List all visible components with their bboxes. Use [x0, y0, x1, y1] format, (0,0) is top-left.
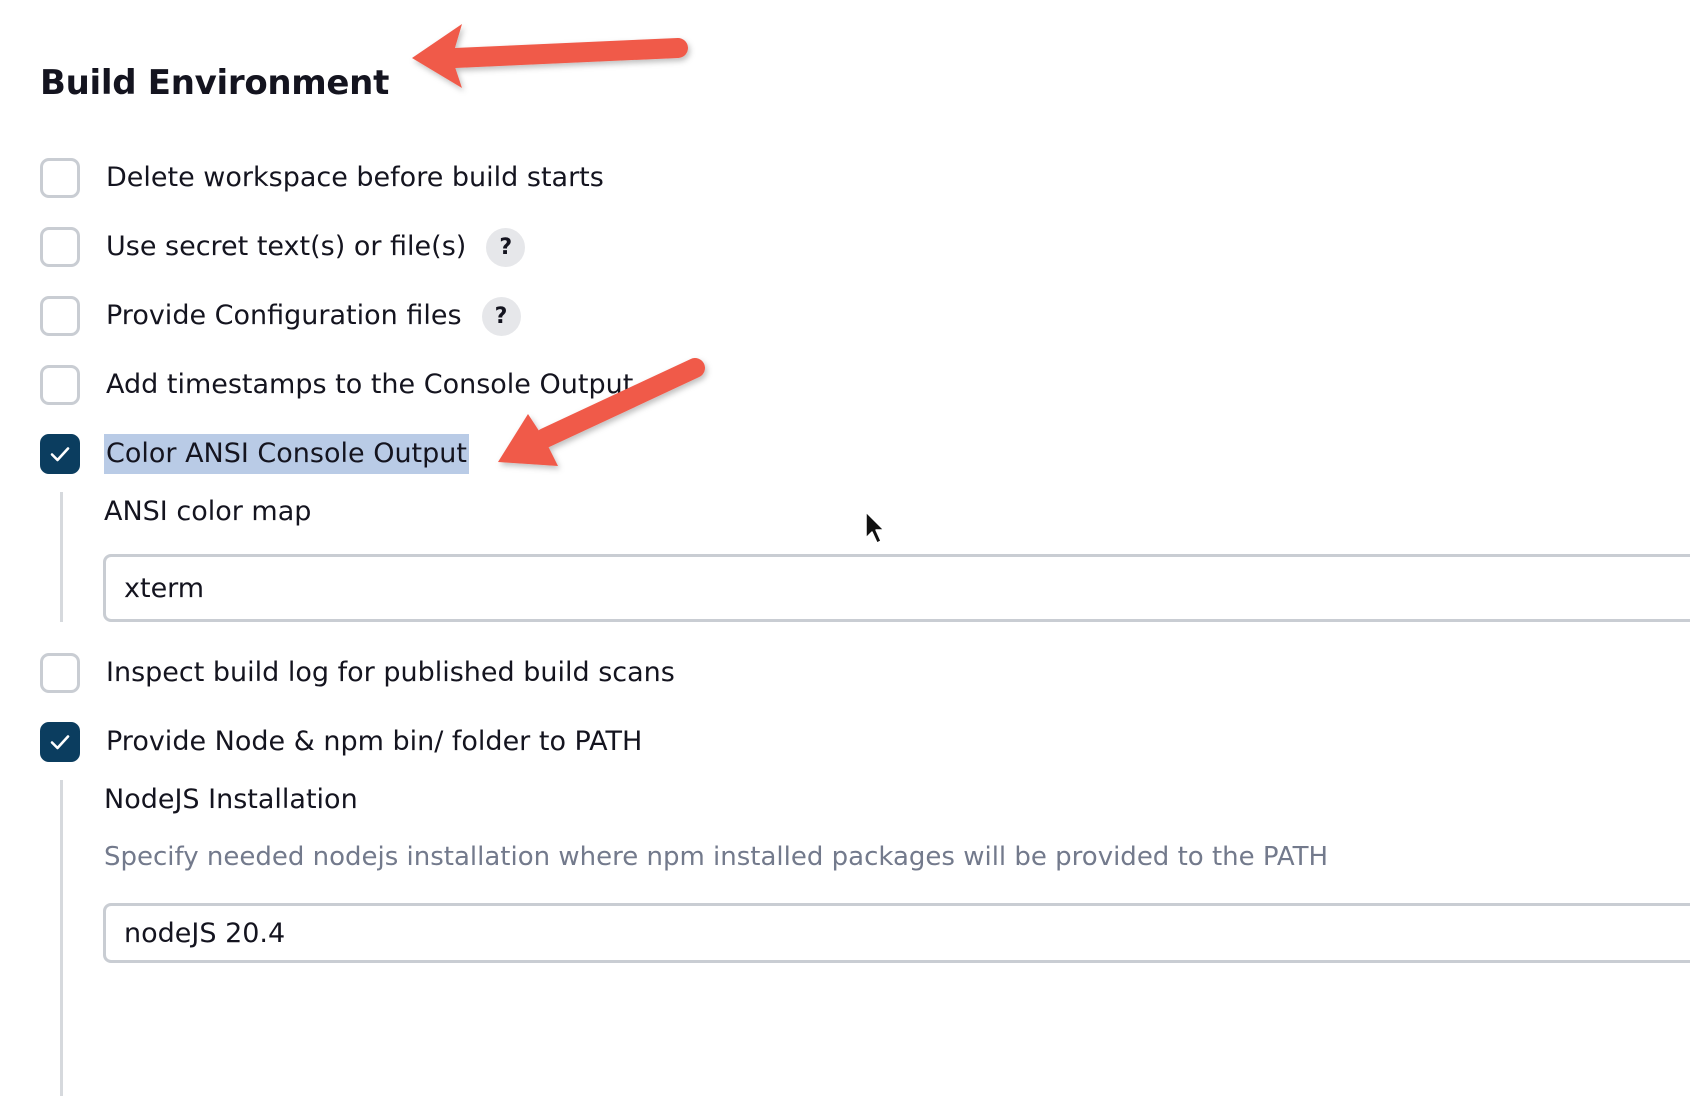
config-files-checkbox[interactable] — [40, 296, 80, 336]
build-scans-checkbox[interactable] — [40, 653, 80, 693]
secret-files-label[interactable]: Use secret text(s) or file(s) — [106, 227, 466, 267]
ansi-color-map-label: ANSI color map — [104, 496, 312, 527]
nodejs-installation-label: NodeJS Installation — [104, 784, 358, 815]
ansi-color-checkbox[interactable] — [40, 434, 80, 474]
option-ansi-color[interactable]: Color ANSI Console Output — [40, 432, 469, 476]
ansi-color-nested-bar — [60, 492, 63, 622]
timestamps-label[interactable]: Add timestamps to the Console Output — [106, 365, 633, 405]
checkmark-icon — [50, 447, 70, 462]
build-scans-label[interactable]: Inspect build log for published build sc… — [106, 653, 675, 693]
delete-workspace-label[interactable]: Delete workspace before build starts — [106, 158, 604, 198]
nodejs-installation-description: Specify needed nodejs installation where… — [104, 842, 1329, 872]
node-path-nested-bar — [60, 780, 63, 1096]
option-node-path[interactable]: Provide Node & npm bin/ folder to PATH — [40, 720, 642, 764]
option-secret-files[interactable]: Use secret text(s) or file(s) ? — [40, 225, 526, 269]
checkmark-icon — [50, 735, 70, 750]
option-config-files[interactable]: Provide Configuration files ? — [40, 294, 521, 338]
option-timestamps[interactable]: Add timestamps to the Console Output — [40, 363, 633, 407]
ansi-color-label[interactable]: Color ANSI Console Output — [104, 434, 469, 474]
config-files-help-icon[interactable]: ? — [481, 296, 521, 336]
secret-files-help-icon[interactable]: ? — [486, 227, 526, 267]
nodejs-installation-value: nodeJS 20.4 — [124, 917, 286, 949]
delete-workspace-checkbox[interactable] — [40, 158, 80, 198]
node-path-checkbox[interactable] — [40, 722, 80, 762]
timestamps-checkbox[interactable] — [40, 365, 80, 405]
section-title: Build Environment — [40, 63, 390, 103]
nodejs-installation-select[interactable]: nodeJS 20.4 — [103, 903, 1690, 963]
option-delete-workspace[interactable]: Delete workspace before build starts — [40, 156, 604, 200]
ansi-color-map-value: xterm — [124, 572, 205, 604]
node-path-label[interactable]: Provide Node & npm bin/ folder to PATH — [106, 722, 642, 762]
arrow-annotation-icon — [412, 24, 688, 88]
option-build-scans[interactable]: Inspect build log for published build sc… — [40, 651, 675, 695]
mouse-cursor-icon — [865, 511, 885, 544]
config-files-label[interactable]: Provide Configuration files — [106, 296, 462, 336]
ansi-color-map-select[interactable]: xterm — [103, 554, 1690, 622]
secret-files-checkbox[interactable] — [40, 227, 80, 267]
